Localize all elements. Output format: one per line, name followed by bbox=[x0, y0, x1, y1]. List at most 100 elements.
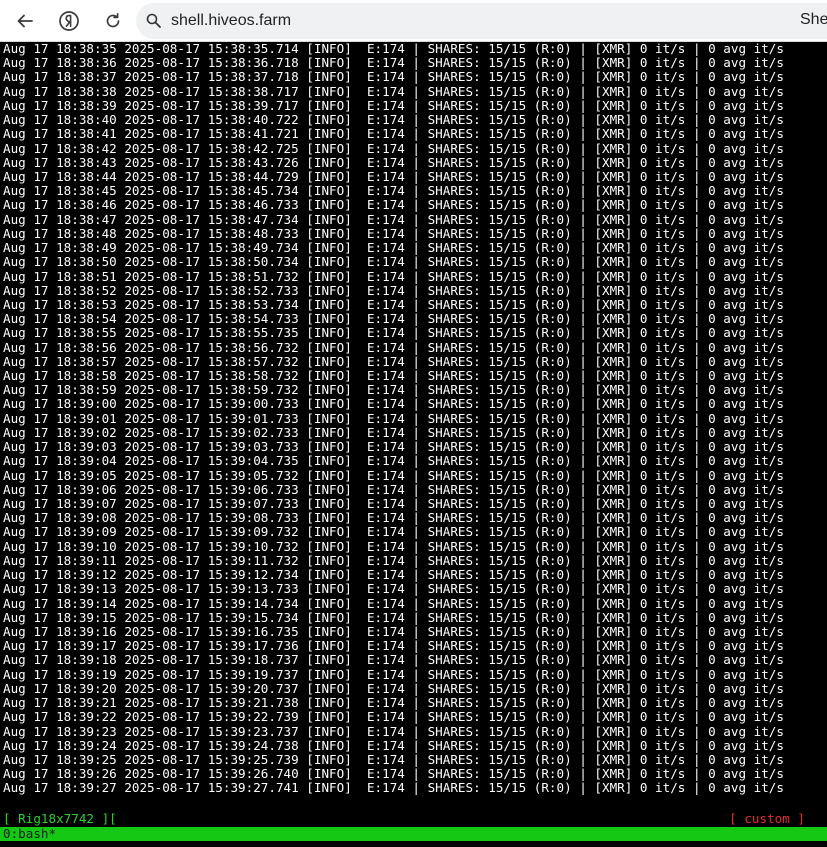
log-timestamp: Aug 17 18:38:51 2025-08-17 15:38:51.732 bbox=[3, 268, 299, 284]
log-message: [INFO] E:174 | SHARES: 15/15 (R:0) | [XM… bbox=[298, 751, 784, 767]
terminal-line: Aug 17 18:39:20 2025-08-17 15:39:20.737 … bbox=[3, 680, 784, 696]
terminal-line: Aug 17 18:39:11 2025-08-17 15:39:11.732 … bbox=[3, 552, 784, 568]
terminal-line: Aug 17 18:38:55 2025-08-17 15:38:55.735 … bbox=[3, 326, 784, 340]
tmux-session-line: [ Rig18x7742 ][ [ custom ] bbox=[0, 812, 827, 826]
log-message: [INFO] E:174 | SHARES: 15/15 (R:0) | [XM… bbox=[298, 211, 784, 227]
terminal-line: Aug 17 18:38:43 2025-08-17 15:38:43.726 … bbox=[3, 154, 784, 170]
log-timestamp: Aug 17 18:39:09 2025-08-17 15:39:09.732 bbox=[3, 524, 299, 540]
log-timestamp: Aug 17 18:39:27 2025-08-17 15:39:27.741 bbox=[3, 780, 299, 796]
log-timestamp: Aug 17 18:38:40 2025-08-17 15:38:40.722 bbox=[3, 112, 299, 128]
log-timestamp: Aug 17 18:38:59 2025-08-17 15:38:59.732 bbox=[3, 382, 299, 398]
log-timestamp: Aug 17 18:38:56 2025-08-17 15:38:56.732 bbox=[3, 339, 299, 355]
log-message: [INFO] E:174 | SHARES: 15/15 (R:0) | [XM… bbox=[298, 225, 784, 241]
terminal-line: Aug 17 18:38:58 2025-08-17 15:38:58.732 … bbox=[3, 368, 784, 384]
terminal-line: Aug 17 18:38:51 2025-08-17 15:38:51.732 … bbox=[3, 268, 784, 284]
log-timestamp: Aug 17 18:39:00 2025-08-17 15:39:00.733 bbox=[3, 396, 299, 412]
back-button[interactable] bbox=[10, 6, 40, 36]
log-timestamp: Aug 17 18:39:15 2025-08-17 15:39:15.734 bbox=[3, 609, 299, 625]
log-timestamp: Aug 17 18:38:54 2025-08-17 15:38:54.733 bbox=[3, 311, 299, 327]
terminal-line: Aug 17 18:39:13 2025-08-17 15:39:13.733 … bbox=[3, 582, 784, 596]
log-message: [INFO] E:174 | SHARES: 15/15 (R:0) | [XM… bbox=[298, 97, 784, 113]
tmux-window-tab[interactable]: 0:bash* bbox=[3, 827, 56, 841]
log-message: [INFO] E:174 | SHARES: 15/15 (R:0) | [XM… bbox=[298, 154, 784, 170]
terminal-view[interactable]: Aug 17 18:38:35 2025-08-17 15:38:35.714 … bbox=[0, 42, 827, 847]
log-message: [INFO] E:174 | SHARES: 15/15 (R:0) | [XM… bbox=[298, 780, 784, 796]
terminal-line: Aug 17 18:38:49 2025-08-17 15:38:49.734 … bbox=[3, 240, 784, 256]
log-timestamp: Aug 17 18:39:13 2025-08-17 15:39:13.733 bbox=[3, 581, 299, 597]
log-message: [INFO] E:174 | SHARES: 15/15 (R:0) | [XM… bbox=[298, 510, 784, 526]
reload-icon bbox=[106, 12, 120, 28]
log-message: [INFO] E:174 | SHARES: 15/15 (R:0) | [XM… bbox=[298, 126, 784, 142]
log-message: [INFO] E:174 | SHARES: 15/15 (R:0) | [XM… bbox=[298, 709, 784, 725]
terminal-line: Aug 17 18:38:48 2025-08-17 15:38:48.733 … bbox=[3, 225, 784, 241]
terminal-line: Aug 17 18:39:21 2025-08-17 15:39:21.738 … bbox=[3, 695, 784, 710]
address-bar[interactable]: shell.hiveos.farm bbox=[136, 3, 827, 39]
reload-button[interactable] bbox=[98, 6, 128, 36]
log-message: [INFO] E:174 | SHARES: 15/15 (R:0) | [XM… bbox=[298, 254, 784, 270]
log-message: [INFO] E:174 | SHARES: 15/15 (R:0) | [XM… bbox=[298, 168, 784, 184]
log-timestamp: Aug 17 18:38:46 2025-08-17 15:38:46.733 bbox=[3, 197, 299, 213]
log-message: [INFO] E:174 | SHARES: 15/15 (R:0) | [XM… bbox=[298, 396, 784, 412]
log-timestamp: Aug 17 18:38:44 2025-08-17 15:38:44.729 bbox=[3, 168, 299, 184]
terminal-output: Aug 17 18:38:35 2025-08-17 15:38:35.714 … bbox=[3, 42, 784, 796]
terminal-line: Aug 17 18:38:44 2025-08-17 15:38:44.729 … bbox=[3, 168, 784, 184]
log-timestamp: Aug 17 18:38:38 2025-08-17 15:38:38.717 bbox=[3, 83, 299, 99]
log-timestamp: Aug 17 18:39:05 2025-08-17 15:39:05.732 bbox=[3, 467, 299, 483]
log-timestamp: Aug 17 18:39:22 2025-08-17 15:39:22.739 bbox=[3, 709, 299, 725]
site-settings-button[interactable] bbox=[144, 11, 164, 31]
terminal-line: Aug 17 18:38:47 2025-08-17 15:38:47.734 … bbox=[3, 211, 784, 227]
log-message: [INFO] E:174 | SHARES: 15/15 (R:0) | [XM… bbox=[298, 538, 784, 554]
address-text[interactable]: shell.hiveos.farm bbox=[171, 12, 291, 30]
log-message: [INFO] E:174 | SHARES: 15/15 (R:0) | [XM… bbox=[298, 595, 784, 611]
log-message: [INFO] E:174 | SHARES: 15/15 (R:0) | [XM… bbox=[298, 140, 784, 156]
terminal-line: Aug 17 18:38:41 2025-08-17 15:38:41.721 … bbox=[3, 127, 784, 141]
log-message: [INFO] E:174 | SHARES: 15/15 (R:0) | [XM… bbox=[298, 524, 784, 540]
log-message: [INFO] E:174 | SHARES: 15/15 (R:0) | [XM… bbox=[298, 680, 784, 696]
log-message: [INFO] E:174 | SHARES: 15/15 (R:0) | [XM… bbox=[298, 410, 784, 426]
browser-toolbar: shell.hiveos.farm She bbox=[0, 0, 827, 42]
terminal-line: Aug 17 18:39:12 2025-08-17 15:39:12.734 … bbox=[3, 567, 784, 582]
terminal-line: Aug 17 18:39:24 2025-08-17 15:39:24.738 … bbox=[3, 737, 784, 753]
terminal-line: Aug 17 18:39:03 2025-08-17 15:39:03.733 … bbox=[3, 440, 784, 454]
log-message: [INFO] E:174 | SHARES: 15/15 (R:0) | [XM… bbox=[298, 240, 784, 256]
terminal-line: Aug 17 18:38:52 2025-08-17 15:38:52.733 … bbox=[3, 282, 784, 298]
log-message: [INFO] E:174 | SHARES: 15/15 (R:0) | [XM… bbox=[298, 467, 784, 483]
log-timestamp: Aug 17 18:39:14 2025-08-17 15:39:14.734 bbox=[3, 595, 299, 611]
log-message: [INFO] E:174 | SHARES: 15/15 (R:0) | [XM… bbox=[298, 623, 784, 639]
terminal-line: Aug 17 18:38:36 2025-08-17 15:38:36.718 … bbox=[3, 56, 784, 70]
terminal-line: Aug 17 18:39:06 2025-08-17 15:39:06.733 … bbox=[3, 481, 784, 497]
tab-title[interactable]: She bbox=[800, 11, 827, 29]
log-message: [INFO] E:174 | SHARES: 15/15 (R:0) | [XM… bbox=[298, 552, 784, 568]
log-timestamp: Aug 17 18:39:02 2025-08-17 15:39:02.733 bbox=[3, 424, 299, 440]
log-timestamp: Aug 17 18:38:49 2025-08-17 15:38:49.734 bbox=[3, 240, 299, 256]
log-message: [INFO] E:174 | SHARES: 15/15 (R:0) | [XM… bbox=[298, 268, 784, 284]
terminal-line: Aug 17 18:38:42 2025-08-17 15:38:42.725 … bbox=[3, 140, 784, 156]
arrow-left-icon bbox=[17, 14, 33, 28]
log-message: [INFO] E:174 | SHARES: 15/15 (R:0) | [XM… bbox=[298, 42, 784, 56]
terminal-line: Aug 17 18:39:25 2025-08-17 15:39:25.739 … bbox=[3, 751, 784, 767]
log-timestamp: Aug 17 18:38:39 2025-08-17 15:38:39.717 bbox=[3, 97, 299, 113]
log-message: [INFO] E:174 | SHARES: 15/15 (R:0) | [XM… bbox=[298, 766, 784, 782]
terminal-line: Aug 17 18:38:46 2025-08-17 15:38:46.733 … bbox=[3, 198, 784, 212]
log-timestamp: Aug 17 18:38:36 2025-08-17 15:38:36.718 bbox=[3, 55, 299, 71]
log-timestamp: Aug 17 18:39:19 2025-08-17 15:39:19.737 bbox=[3, 666, 299, 682]
log-timestamp: Aug 17 18:39:06 2025-08-17 15:39:06.733 bbox=[3, 481, 299, 497]
log-message: [INFO] E:174 | SHARES: 15/15 (R:0) | [XM… bbox=[298, 197, 784, 213]
log-message: [INFO] E:174 | SHARES: 15/15 (R:0) | [XM… bbox=[298, 325, 784, 341]
tmux-status-bar: 0:bash* bbox=[0, 827, 827, 841]
log-message: [INFO] E:174 | SHARES: 15/15 (R:0) | [XM… bbox=[298, 737, 784, 753]
log-message: [INFO] E:174 | SHARES: 15/15 (R:0) | [XM… bbox=[298, 652, 784, 668]
log-message: [INFO] E:174 | SHARES: 15/15 (R:0) | [XM… bbox=[298, 353, 784, 369]
log-timestamp: Aug 17 18:39:25 2025-08-17 15:39:25.739 bbox=[3, 751, 299, 767]
yandex-home-button[interactable] bbox=[54, 6, 84, 36]
terminal-line: Aug 17 18:39:27 2025-08-17 15:39:27.741 … bbox=[3, 781, 784, 795]
terminal-line: Aug 17 18:39:23 2025-08-17 15:39:23.737 … bbox=[3, 724, 784, 739]
terminal-line: Aug 17 18:38:39 2025-08-17 15:38:39.717 … bbox=[3, 97, 784, 113]
tmux-session-name: [ Rig18x7742 ][ bbox=[3, 811, 117, 826]
log-message: [INFO] E:174 | SHARES: 15/15 (R:0) | [XM… bbox=[298, 609, 784, 625]
log-message: [INFO] E:174 | SHARES: 15/15 (R:0) | [XM… bbox=[298, 339, 784, 355]
log-message: [INFO] E:174 | SHARES: 15/15 (R:0) | [XM… bbox=[298, 666, 784, 682]
log-message: [INFO] E:174 | SHARES: 15/15 (R:0) | [XM… bbox=[298, 368, 784, 384]
log-message: [INFO] E:174 | SHARES: 15/15 (R:0) | [XM… bbox=[298, 282, 784, 298]
terminal-line: Aug 17 18:38:45 2025-08-17 15:38:45.734 … bbox=[3, 184, 784, 198]
